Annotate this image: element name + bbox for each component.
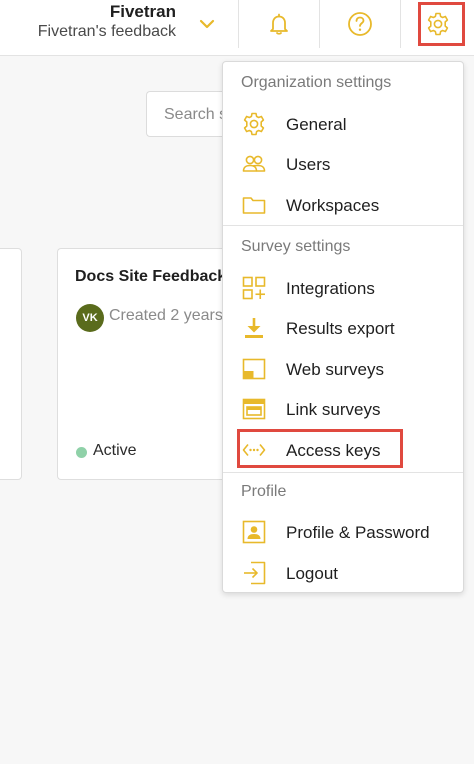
menu-divider [223, 472, 463, 473]
access-keys-highlight-box [237, 429, 403, 468]
status-dot [76, 447, 87, 458]
folder-icon [242, 197, 266, 214]
survey-title: Docs Site Feedback [75, 268, 227, 285]
top-bar: Fivetran Fivetran's feedback [0, 0, 474, 56]
notifications-button[interactable] [238, 0, 318, 48]
menu-item-general[interactable]: General [223, 105, 463, 143]
menu-item-profile-password[interactable]: Profile & Password [223, 513, 463, 551]
link-survey-icon [242, 398, 266, 420]
menu-item-label: Results export [286, 319, 395, 338]
settings-menu: Organization settings General Users Work… [222, 61, 464, 593]
menu-item-label: Web surveys [286, 360, 384, 379]
web-survey-icon [242, 358, 266, 380]
help-icon [347, 12, 372, 36]
organization-subtitle: Fivetran's feedback [37, 23, 176, 40]
integrations-icon [242, 276, 266, 300]
menu-item-label: Profile & Password [286, 523, 430, 542]
survey-card[interactable]: Docs Site Feedback VK Created 2 years Ac… [57, 248, 237, 480]
section-heading-organization: Organization settings [241, 74, 392, 91]
menu-item-results-export[interactable]: Results export [223, 309, 463, 347]
settings-highlight-box [418, 2, 465, 46]
menu-item-users[interactable]: Users [223, 145, 463, 183]
menu-item-link-surveys[interactable]: Link surveys [223, 390, 463, 428]
menu-item-label: Workspaces [286, 196, 380, 215]
help-button[interactable] [319, 0, 399, 48]
organization-switcher[interactable]: Fivetran Fivetran's feedback [0, 0, 238, 56]
menu-item-web-surveys[interactable]: Web surveys [223, 350, 463, 388]
status-badge: Active [93, 442, 137, 459]
menu-item-label: Users [286, 155, 331, 174]
menu-item-label: Link surveys [286, 400, 381, 419]
gear-icon [243, 112, 265, 136]
users-icon [242, 155, 266, 172]
menu-item-workspaces[interactable]: Workspaces [223, 186, 463, 224]
menu-item-integrations[interactable]: Integrations [223, 269, 463, 307]
organization-name: Fivetran [109, 2, 176, 21]
menu-item-label: Integrations [286, 279, 375, 298]
menu-item-label: Logout [286, 564, 338, 583]
profile-icon [242, 520, 266, 544]
download-icon [245, 318, 263, 338]
avatar: VK [76, 304, 104, 332]
created-date: Created 2 years [109, 307, 223, 324]
logout-icon [244, 561, 266, 585]
survey-card-partial[interactable] [0, 248, 22, 480]
section-heading-profile: Profile [241, 483, 287, 500]
bell-icon [269, 13, 288, 35]
menu-divider [223, 225, 463, 226]
chevron-down-icon[interactable] [196, 13, 218, 35]
section-heading-survey: Survey settings [241, 238, 351, 255]
menu-item-logout[interactable]: Logout [223, 554, 463, 592]
menu-item-label: General [286, 115, 347, 134]
